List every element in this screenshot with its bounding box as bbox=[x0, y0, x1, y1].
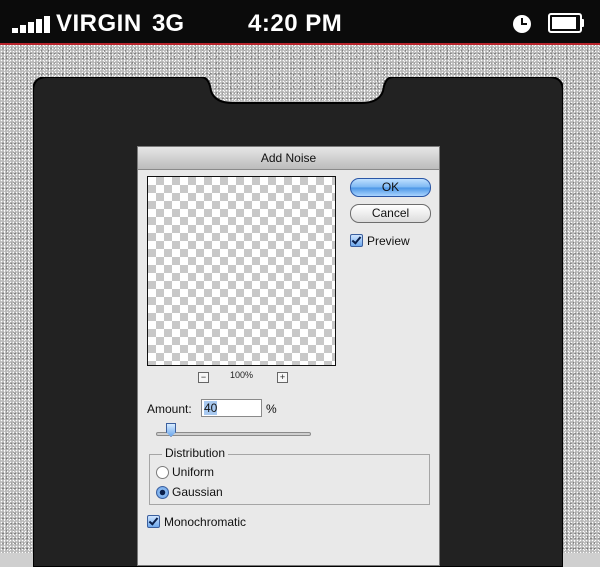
amount-slider-track[interactable] bbox=[156, 432, 311, 436]
dialog-title: Add Noise bbox=[138, 147, 439, 170]
preview-canvas[interactable] bbox=[147, 176, 336, 366]
uniform-radio[interactable] bbox=[156, 466, 169, 479]
status-bar: VIRGIN 3G 4:20 PM bbox=[0, 0, 600, 45]
cancel-button[interactable]: Cancel bbox=[350, 204, 431, 223]
network-type: 3G bbox=[152, 10, 185, 37]
signal-bars-icon bbox=[12, 13, 54, 33]
add-noise-dialog: Add Noise − 100% + OK Cancel Preview Amo… bbox=[137, 146, 440, 566]
preview-checkbox[interactable] bbox=[350, 234, 363, 247]
status-time: 4:20 PM bbox=[248, 10, 343, 37]
carrier-name: VIRGIN bbox=[56, 10, 142, 37]
amount-field[interactable]: 40 bbox=[201, 399, 262, 417]
amount-value: 40 bbox=[204, 401, 218, 415]
zoom-level: 100% bbox=[230, 370, 254, 380]
amount-label: Amount: bbox=[147, 402, 192, 416]
gaussian-radio[interactable] bbox=[156, 486, 169, 499]
gaussian-label: Gaussian bbox=[172, 485, 223, 499]
zoom-out-button[interactable]: − bbox=[198, 372, 209, 383]
amount-unit: % bbox=[266, 402, 277, 416]
monochromatic-checkbox[interactable] bbox=[147, 515, 160, 528]
uniform-label: Uniform bbox=[172, 465, 215, 479]
ok-button[interactable]: OK bbox=[350, 178, 431, 197]
monochromatic-label: Monochromatic bbox=[164, 515, 247, 529]
zoom-in-button[interactable]: + bbox=[277, 372, 288, 383]
alarm-clock-icon bbox=[513, 15, 531, 33]
preview-label: Preview bbox=[367, 234, 410, 248]
battery-icon bbox=[548, 13, 585, 33]
distribution-label: Distribution bbox=[162, 446, 229, 460]
